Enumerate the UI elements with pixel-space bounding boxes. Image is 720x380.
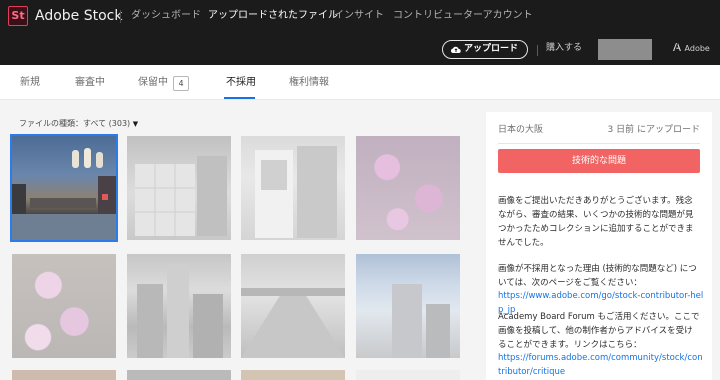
dim-overlay bbox=[127, 254, 231, 358]
brand-name[interactable]: Adobe Stock bbox=[35, 6, 122, 26]
thumbnail-partial[interactable] bbox=[12, 370, 116, 380]
rejection-message: 画像をご提出いただきありがとうございます。残念ながら、審査の結果、いくつかの技術… bbox=[498, 196, 694, 248]
rejection-reason-button[interactable]: 技術的な問題 bbox=[498, 149, 700, 173]
adobe-label: Adobe bbox=[684, 44, 710, 53]
file-type-filter-label: ファイルの種類：すべて (303) bbox=[19, 119, 131, 128]
chevron-down-icon: ▼ bbox=[132, 120, 139, 128]
file-title: 日本の大阪 bbox=[498, 125, 544, 135]
tab-in-review[interactable]: 審査中 bbox=[75, 76, 105, 90]
dim-overlay bbox=[12, 370, 116, 380]
thumbnail-partial[interactable] bbox=[356, 370, 460, 380]
upload-button[interactable]: アップロード bbox=[442, 40, 528, 59]
tab-on-hold[interactable]: 保留中 bbox=[138, 76, 168, 90]
divider bbox=[537, 45, 538, 56]
dim-overlay bbox=[241, 370, 345, 380]
divider bbox=[498, 143, 700, 144]
nav-insights[interactable]: インサイト bbox=[334, 9, 384, 23]
dim-overlay bbox=[127, 136, 231, 240]
dim-overlay bbox=[356, 254, 460, 358]
nav-uploaded-files[interactable]: アップロードされたファイル bbox=[208, 9, 338, 23]
rejection-detail-panel: 日本の大阪 3 日前 にアップロード 技術的な問題 画像をご提出いただきありがと… bbox=[486, 112, 712, 380]
top-navigation-bar: St Adobe Stock ダッシュボード アップロードされたファイル インサ… bbox=[0, 0, 720, 33]
thumbnail-skyscraper[interactable] bbox=[356, 254, 460, 358]
thumbnail-bridge-walkway[interactable] bbox=[241, 254, 345, 358]
tab-rights-info[interactable]: 権利情報 bbox=[289, 76, 329, 90]
thumbnail-city-buildings[interactable] bbox=[127, 254, 231, 358]
dim-overlay bbox=[241, 136, 345, 240]
purchase-link[interactable]: 購入する bbox=[546, 42, 582, 55]
adobe-logo-icon bbox=[673, 43, 682, 55]
status-tabs: 新規 審査中 保留中 4 不採用 権利情報 bbox=[0, 65, 720, 100]
reason-help-text: 画像が不採用となった理由 (技術的な問題など) については、次のページをご覧くだ… bbox=[498, 264, 697, 288]
thumbnail-partial[interactable] bbox=[241, 370, 345, 380]
tab-new[interactable]: 新規 bbox=[20, 76, 40, 90]
forum-link[interactable]: https://forums.adobe.com/community/stock… bbox=[498, 351, 704, 379]
dotonbori-canal-photo-icon bbox=[12, 148, 116, 240]
dim-overlay bbox=[241, 254, 345, 358]
thumbnail-ticket-machine[interactable] bbox=[241, 136, 345, 240]
dim-overlay bbox=[12, 254, 116, 358]
adobe-stock-logo-icon[interactable]: St bbox=[8, 6, 28, 26]
thumbnail-cherry-blossom[interactable] bbox=[12, 254, 116, 358]
upload-button-label: アップロード bbox=[464, 44, 519, 54]
forum-message: Academy Board Forum もご活用ください。ここで画像を投稿して、… bbox=[498, 312, 700, 350]
nav-dashboard[interactable]: ダッシュボード bbox=[131, 9, 201, 23]
cloud-upload-icon bbox=[451, 46, 461, 54]
upload-date: 3 日前 にアップロード bbox=[607, 125, 700, 135]
adobe-link[interactable]: Adobe bbox=[673, 43, 710, 55]
dim-overlay bbox=[356, 136, 460, 240]
dim-overlay bbox=[356, 370, 460, 380]
dim-overlay bbox=[127, 370, 231, 380]
thumbnail-partial[interactable] bbox=[127, 370, 231, 380]
thumbnail-lockers[interactable] bbox=[127, 136, 231, 240]
active-tab-indicator bbox=[224, 97, 255, 99]
user-avatar[interactable] bbox=[598, 39, 652, 60]
tab-rejected[interactable]: 不採用 bbox=[226, 76, 256, 90]
thumbnail-dotonbori-canal[interactable] bbox=[10, 134, 118, 242]
on-hold-count-badge: 4 bbox=[173, 76, 189, 91]
nav-contributor-account[interactable]: コントリビューターアカウント bbox=[393, 9, 533, 23]
divider bbox=[120, 10, 121, 23]
thumbnail-pink-flowers[interactable] bbox=[356, 136, 460, 240]
action-bar: アップロード 購入する Adobe bbox=[0, 33, 720, 65]
file-type-filter[interactable]: ファイルの種類：すべて (303) ▼ bbox=[19, 118, 138, 130]
